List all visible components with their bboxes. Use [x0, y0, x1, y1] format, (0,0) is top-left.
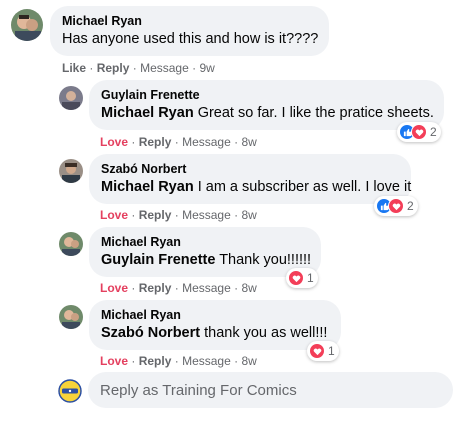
message-link[interactable]: Message	[182, 281, 231, 295]
mention[interactable]: Michael Ryan	[101, 179, 194, 195]
mention[interactable]: Guylain Frenette	[101, 252, 215, 268]
comment-actions: Love · Reply · Message · 8w	[100, 281, 257, 295]
reply-button[interactable]: Reply	[139, 208, 172, 222]
comment-author[interactable]: Michael Ryan	[62, 14, 317, 28]
avatar[interactable]	[59, 232, 83, 256]
page-logo-icon	[58, 379, 82, 403]
comment-bubble: Michael Ryan Has anyone used this and ho…	[50, 6, 329, 56]
reply-button[interactable]: Reply	[139, 354, 172, 368]
avatar[interactable]	[11, 9, 43, 41]
comment-bubble: Michael Ryan Szabó Norbert thank you as …	[89, 300, 341, 350]
timestamp[interactable]: 8w	[241, 281, 256, 295]
comment-actions: Love · Reply · Message · 8w	[100, 354, 257, 368]
page-avatar[interactable]	[58, 379, 82, 403]
comment-actions: Like · Reply · Message · 9w	[62, 61, 215, 75]
love-button[interactable]: Love	[100, 208, 128, 222]
love-reaction-icon	[309, 343, 325, 359]
comment-actions: Love · Reply · Message · 8w	[100, 208, 257, 222]
timestamp[interactable]: 8w	[241, 135, 256, 149]
comment-text: Michael Ryan I am a subscriber as well. …	[101, 179, 412, 195]
reply-button[interactable]: Reply	[139, 135, 172, 149]
comment-bubble: Michael Ryan Guylain Frenette Thank you!…	[89, 227, 321, 277]
comment-bubble: Szabó Norbert Michael Ryan I am a subscr…	[89, 154, 411, 204]
mention[interactable]: Szabó Norbert	[101, 325, 200, 341]
avatar[interactable]	[59, 86, 83, 110]
reply-button[interactable]: Reply	[139, 281, 172, 295]
comment-author[interactable]: Michael Ryan	[101, 308, 329, 322]
message-link[interactable]: Message	[140, 61, 189, 75]
timestamp[interactable]: 8w	[241, 354, 256, 368]
love-button[interactable]: Love	[100, 354, 128, 368]
message-link[interactable]: Message	[182, 135, 231, 149]
comment-author[interactable]: Szabó Norbert	[101, 162, 399, 176]
reaction-summary[interactable]: 2	[397, 122, 441, 142]
love-button[interactable]: Love	[100, 135, 128, 149]
love-reaction-icon	[411, 124, 427, 140]
reply-placeholder: Reply as Training For Comics	[100, 381, 297, 399]
comment-actions: Love · Reply · Message · 8w	[100, 135, 257, 149]
reaction-count: 2	[407, 199, 414, 213]
comment-text: Has anyone used this and how is it????	[62, 31, 319, 47]
reaction-count: 1	[328, 344, 335, 358]
reaction-summary[interactable]: 1	[286, 268, 318, 288]
reply-input[interactable]: Reply as Training For Comics	[88, 372, 453, 408]
comment-text: Guylain Frenette Thank you!!!!!!	[101, 252, 312, 268]
message-link[interactable]: Message	[182, 208, 231, 222]
avatar[interactable]	[59, 159, 83, 183]
comment-author[interactable]: Guylain Frenette	[101, 88, 432, 102]
mention[interactable]: Michael Ryan	[101, 105, 194, 121]
comment-text: Michael Ryan Great so far. I like the pr…	[101, 105, 434, 121]
message-link[interactable]: Message	[182, 354, 231, 368]
like-button[interactable]: Like	[62, 61, 86, 75]
comment-text: Szabó Norbert thank you as well!!!	[101, 325, 328, 341]
reply-button[interactable]: Reply	[97, 61, 130, 75]
reaction-summary[interactable]: 1	[307, 341, 339, 361]
comment-author[interactable]: Michael Ryan	[101, 235, 309, 249]
reaction-count: 2	[430, 125, 437, 139]
reaction-count: 1	[307, 271, 314, 285]
reaction-summary[interactable]: 2	[374, 196, 418, 216]
timestamp[interactable]: 8w	[241, 208, 256, 222]
timestamp[interactable]: 9w	[199, 61, 214, 75]
avatar[interactable]	[59, 305, 83, 329]
love-button[interactable]: Love	[100, 281, 128, 295]
love-reaction-icon	[288, 270, 304, 286]
love-reaction-icon	[388, 198, 404, 214]
comment-bubble: Guylain Frenette Michael Ryan Great so f…	[89, 80, 444, 130]
